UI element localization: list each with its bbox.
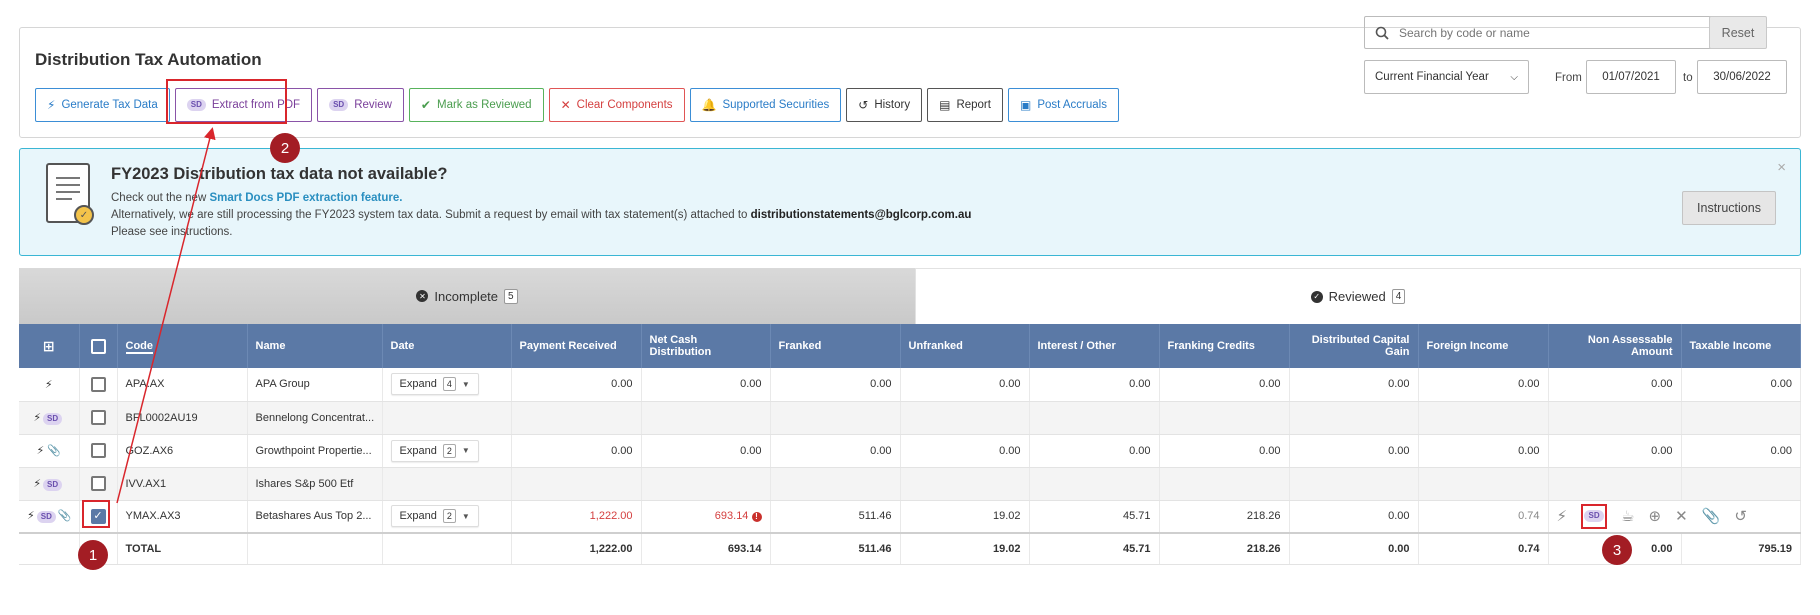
page: Distribution Tax Automation ⚡ Generate T…	[0, 0, 1820, 615]
annotation-arrow	[116, 127, 216, 504]
annotation-marker-3: 3	[1602, 535, 1632, 565]
annotation-marker-2: 2	[270, 133, 300, 163]
annotation-marker-1: 1	[78, 540, 108, 570]
